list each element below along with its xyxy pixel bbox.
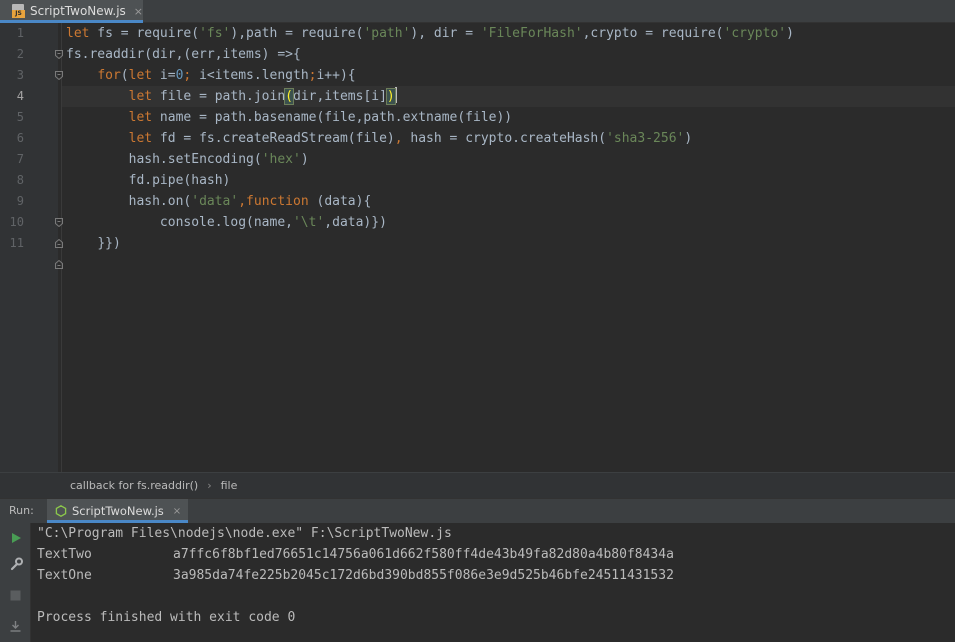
modify-config-button[interactable] <box>7 555 24 572</box>
code-line: let fd = fs.createReadStream(file), hash… <box>128 131 693 146</box>
scroll-to-end-icon <box>10 621 21 632</box>
console-exit-message: Process finished with exit code 0 <box>37 610 296 625</box>
output-file-name: TextTwo <box>37 547 92 562</box>
console-output[interactable]: "C:\Program Files\nodejs\node.exe" F:\Sc… <box>30 523 955 642</box>
output-file-name: TextOne <box>37 568 92 583</box>
matched-paren-close: ) <box>385 88 396 105</box>
breadcrumb-item[interactable]: file <box>221 479 238 492</box>
console-row: TextTwo a7ffc6f8bf1ed76651c14756a061d662f… <box>37 544 674 565</box>
code-line: console.log(name,'\t',data)}) <box>159 215 387 230</box>
code-line: for(let i=0; i<items.length;i++){ <box>97 68 356 83</box>
fold-open-icon[interactable] <box>55 50 63 59</box>
line-number: 5 <box>16 110 24 124</box>
console-row: TextOne 3a985da74fe225b2045c172d6bd390bd8… <box>37 565 674 586</box>
line-number: 7 <box>16 152 24 166</box>
stop-icon <box>10 590 21 601</box>
matched-paren-open: ( <box>284 88 294 105</box>
output-hash: 3a985da74fe225b2045c172d6bd390bd855f086e… <box>173 568 674 583</box>
code-line: let fs = require('fs'),path = require('p… <box>66 26 794 41</box>
run-tab-label: ScriptTwoNew.js <box>72 504 164 518</box>
code-line: hash.setEncoding('hex') <box>128 152 309 167</box>
line-number: 1 <box>16 26 24 40</box>
close-icon[interactable]: × <box>173 506 181 517</box>
editor-tab-bar: JS ScriptTwoNew.js × <box>0 0 955 23</box>
code-line: hash.on('data',function (data){ <box>128 194 372 209</box>
line-number-current: 4 <box>16 89 24 103</box>
text-cursor <box>394 87 397 103</box>
line-number: 8 <box>16 173 24 187</box>
code-line: let name = path.basename(file,path.extna… <box>128 110 513 125</box>
output-hash: a7ffc6f8bf1ed76651c14756a061d662f580ff4d… <box>173 547 674 562</box>
fold-open-icon[interactable] <box>55 218 63 227</box>
line-number: 9 <box>16 194 24 208</box>
code-line: fs.readdir(dir,(err,items) =>{ <box>66 47 301 62</box>
breadcrumb-separator: › <box>207 479 212 492</box>
play-icon <box>11 532 21 543</box>
code-line: fd.pipe(hash) <box>128 173 231 188</box>
line-number: 2 <box>16 47 24 61</box>
breadcrumb-item[interactable]: callback for fs.readdir() <box>70 479 198 492</box>
run-tab-scripttwonew[interactable]: ScriptTwoNew.js × <box>47 499 188 523</box>
fold-open-icon[interactable] <box>55 71 63 80</box>
close-icon[interactable]: × <box>134 5 143 18</box>
fold-close-icon[interactable] <box>55 239 63 248</box>
breadcrumb: callback for fs.readdir() › file <box>0 472 955 498</box>
wrench-icon <box>10 557 23 570</box>
code-line: }}) <box>97 236 121 251</box>
tab-scripttwonew[interactable]: JS ScriptTwoNew.js × <box>0 0 143 23</box>
line-number: 11 <box>9 236 24 250</box>
fold-close-icon[interactable] <box>55 260 63 269</box>
line-number: 10 <box>9 215 24 229</box>
run-toolbar <box>0 523 30 642</box>
code-line-current: let file = path.join(dir,items[i]) <box>128 87 397 105</box>
line-number: 3 <box>16 68 24 82</box>
rerun-button[interactable] <box>7 529 24 546</box>
scroll-to-end-button[interactable] <box>7 618 24 635</box>
run-tool-window-header: Run: ScriptTwoNew.js × <box>0 498 955 523</box>
tab-label: ScriptTwoNew.js <box>30 4 126 18</box>
nodejs-icon <box>55 505 67 517</box>
console-command: "C:\Program Files\nodejs\node.exe" F:\Sc… <box>37 526 452 541</box>
run-title: Run: <box>9 504 34 517</box>
javascript-file-icon: JS <box>12 3 25 19</box>
line-number: 6 <box>16 131 24 145</box>
code-editor[interactable]: 1 2 3 4 5 6 7 8 9 10 11 let fs = require… <box>0 23 955 472</box>
stop-button[interactable] <box>7 587 24 604</box>
